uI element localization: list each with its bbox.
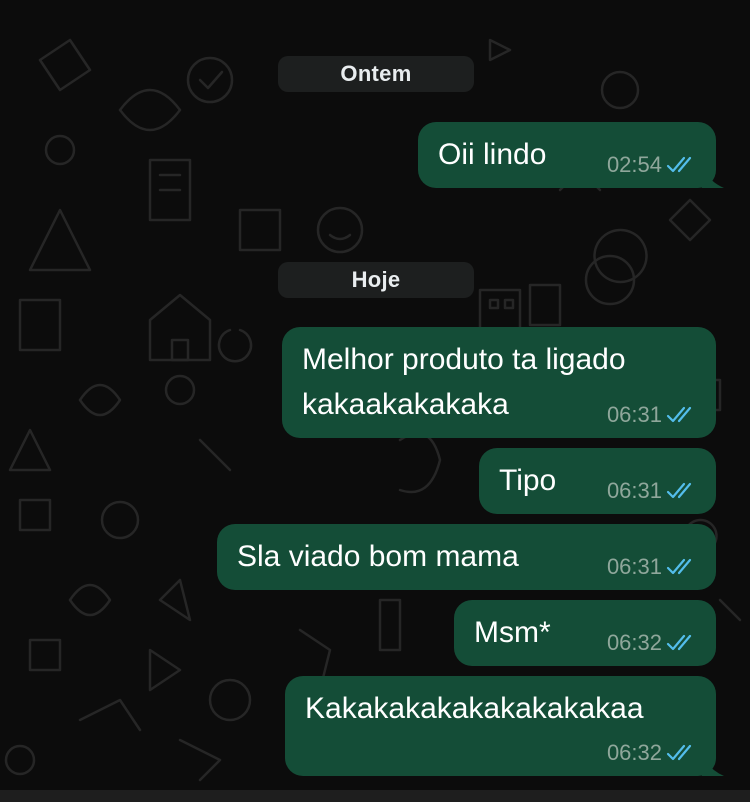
message-bubble-outgoing[interactable]: Sla viado bom mama 06:31 <box>217 524 716 590</box>
message-time: 02:54 <box>606 152 662 177</box>
message-bubble-outgoing[interactable]: Msm* 06:32 <box>454 600 716 666</box>
message-text: Sla viado bom mama <box>237 540 519 573</box>
message-text: Melhor produto ta ligado kakaakakakaka <box>302 343 626 421</box>
message-text: Oii lindo <box>438 138 547 171</box>
message-time: 06:32 <box>606 740 662 765</box>
message-time: 06:31 <box>606 554 662 579</box>
message-time: 06:31 <box>606 478 662 503</box>
read-double-check-icon <box>666 558 692 575</box>
read-double-check-icon <box>666 744 692 761</box>
message-meta: 06:32 <box>607 740 698 766</box>
read-double-check-icon <box>666 156 692 173</box>
read-double-check-icon <box>666 406 692 423</box>
read-double-check-icon <box>666 482 692 499</box>
date-divider-today: Hoje <box>278 262 474 298</box>
message-meta: 06:31 <box>607 402 698 428</box>
bubble-tail <box>702 168 724 188</box>
date-label: Ontem <box>340 61 412 86</box>
message-meta: 06:32 <box>607 630 698 656</box>
date-label: Hoje <box>351 267 401 292</box>
message-text: Kakakakakakakakakakaa <box>305 692 644 725</box>
read-double-check-icon <box>666 634 692 651</box>
message-bubble-outgoing[interactable]: Melhor produto ta ligado kakaakakakaka 0… <box>282 327 716 438</box>
message-text: Tipo <box>499 464 557 497</box>
message-bubble-outgoing[interactable]: Kakakakakakakakakakaa 06:32 <box>285 676 724 776</box>
message-text: Msm* <box>474 616 551 649</box>
bubble-tail <box>702 756 724 776</box>
message-meta: 02:54 <box>607 152 698 178</box>
date-divider-yesterday: Ontem <box>278 56 474 92</box>
bottom-edge <box>0 790 750 802</box>
message-time: 06:31 <box>606 402 662 427</box>
message-bubble-outgoing[interactable]: Oii lindo 02:54 <box>418 122 724 188</box>
message-meta: 06:31 <box>607 478 698 504</box>
message-meta: 06:31 <box>607 554 698 580</box>
message-bubble-outgoing[interactable]: Tipo 06:31 <box>479 448 716 514</box>
message-time: 06:32 <box>606 630 662 655</box>
